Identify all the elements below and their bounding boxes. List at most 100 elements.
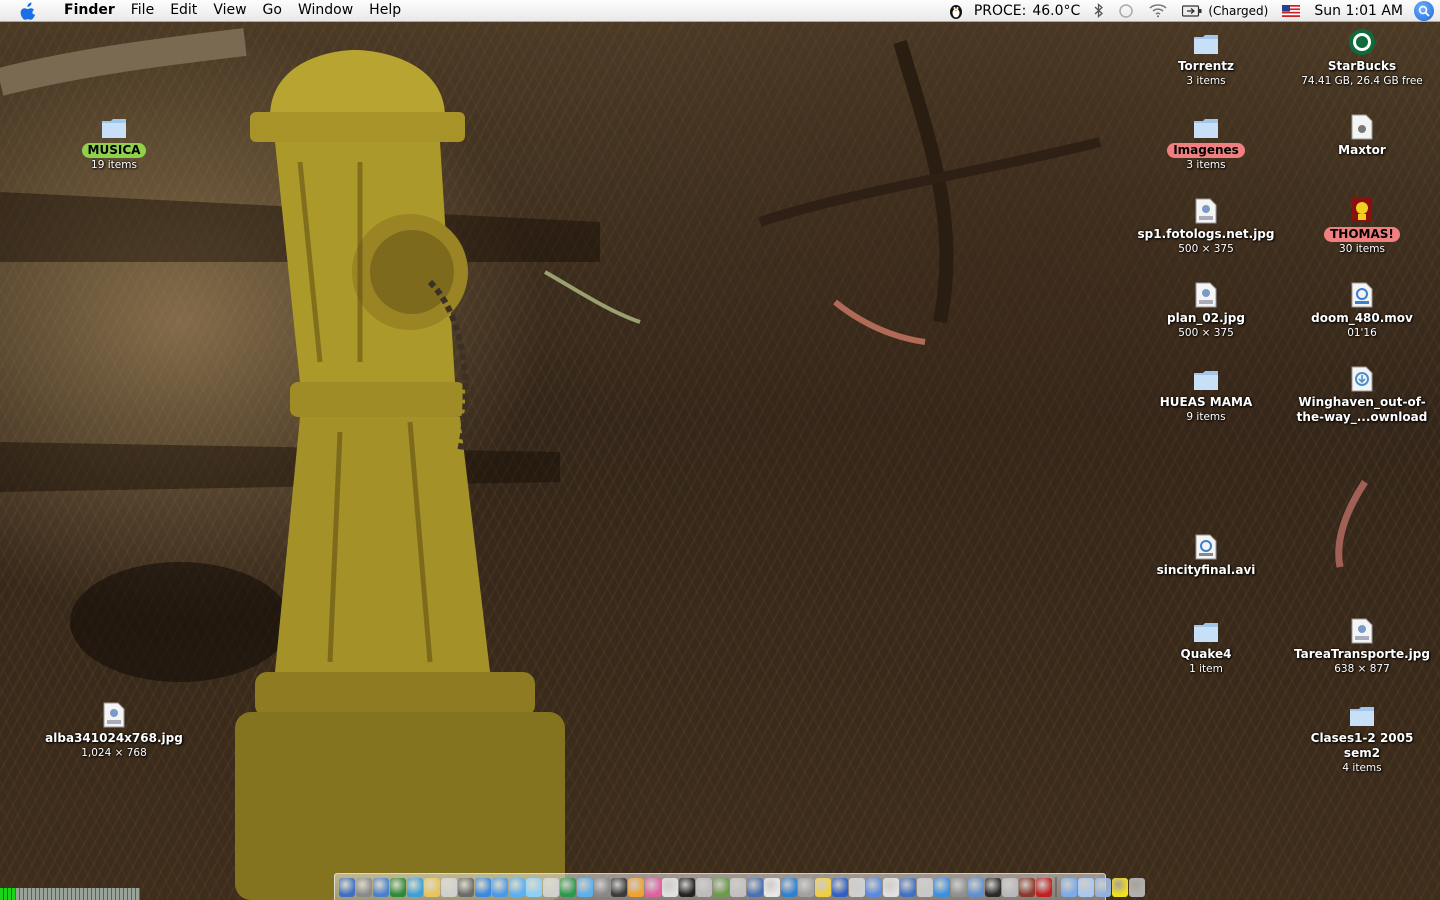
dock-app-icon[interactable] xyxy=(508,877,525,897)
dock-app-icon[interactable] xyxy=(1060,877,1077,897)
desktop-icon-maxtor[interactable]: Maxtor xyxy=(1287,112,1437,158)
menu-edit[interactable]: Edit xyxy=(162,0,205,21)
dock-app-icon[interactable] xyxy=(984,877,1001,897)
dock-app-icon[interactable] xyxy=(1094,877,1111,897)
dock-app-icon[interactable] xyxy=(542,877,559,897)
dock-app-icon[interactable] xyxy=(933,877,950,897)
dock-app-icon[interactable] xyxy=(355,877,372,897)
dock-app-icon[interactable] xyxy=(491,877,508,897)
apple-icon xyxy=(20,2,36,20)
document-icon xyxy=(1348,112,1376,140)
dock-app-icon[interactable] xyxy=(763,877,780,897)
folder-icon xyxy=(100,112,128,140)
menu-clock[interactable]: Sun 1:01 AM xyxy=(1307,3,1410,19)
airport-menu[interactable] xyxy=(1141,3,1175,18)
dock-app-icon[interactable] xyxy=(1077,877,1094,897)
dock-app-icon[interactable] xyxy=(440,877,457,897)
dock-app-icon[interactable] xyxy=(610,877,627,897)
desktop-icon-alba[interactable]: alba341024x768.jpg 1,024 × 768 xyxy=(39,700,189,760)
menu-go[interactable]: Go xyxy=(255,0,290,21)
icon-label: HUEAS MAMA xyxy=(1159,395,1253,409)
desktop-icon-tarea-transporte[interactable]: TareaTransporte.jpg 638 × 877 xyxy=(1287,616,1437,676)
menu-app-name[interactable]: Finder xyxy=(56,0,123,21)
dock-app-icon[interactable] xyxy=(1111,877,1128,897)
dock-app-icon[interactable] xyxy=(950,877,967,897)
dock-app-icon[interactable] xyxy=(644,877,661,897)
dock-app-icon[interactable] xyxy=(661,877,678,897)
dock-app-icon[interactable] xyxy=(423,877,440,897)
dock-app-icon[interactable] xyxy=(1035,877,1052,897)
icon-label: Imagenes xyxy=(1167,143,1245,158)
dock-app-icon[interactable] xyxy=(814,877,831,897)
dock-app-icon[interactable] xyxy=(797,877,814,897)
dock-app-icon[interactable] xyxy=(1001,877,1018,897)
dock-app-icon[interactable] xyxy=(474,877,491,897)
icon-label: plan_02.jpg xyxy=(1167,311,1245,325)
dock-app-icon[interactable] xyxy=(899,877,916,897)
dock-app-icon[interactable] xyxy=(593,877,610,897)
apple-menu[interactable] xyxy=(0,2,56,20)
dock-app-icon[interactable] xyxy=(746,877,763,897)
icon-label: doom_480.mov xyxy=(1311,311,1413,325)
dock-app-icon[interactable] xyxy=(848,877,865,897)
battery-status: (Charged) xyxy=(1208,3,1269,18)
desktop-icon-doom-480[interactable]: doom_480.mov 01'16 xyxy=(1287,280,1437,340)
dock-app-icon[interactable] xyxy=(831,877,848,897)
dock-app-icon[interactable] xyxy=(882,877,899,897)
dock-app-icon[interactable] xyxy=(1018,877,1035,897)
dock-app-icon[interactable] xyxy=(780,877,797,897)
menu-window[interactable]: Window xyxy=(290,0,361,21)
spotlight-button[interactable] xyxy=(1414,0,1434,21)
desktop-icon-torrentz[interactable]: Torrentz 3 items xyxy=(1131,28,1281,88)
temperature-monitor[interactable]: PROCE: 46.0°C xyxy=(941,3,1087,19)
desktop-icon-sp1-fotologs[interactable]: sp1.fotologs.net.jpg 500 × 375 xyxy=(1131,196,1281,256)
dock-app-icon[interactable] xyxy=(576,877,593,897)
desktop-icon-quake4[interactable]: Quake4 1 item xyxy=(1131,616,1281,676)
dock-app-icon[interactable] xyxy=(627,877,644,897)
dock-app-icon[interactable] xyxy=(1128,877,1145,897)
dock-app-icon[interactable] xyxy=(678,877,695,897)
dock-app-icon[interactable] xyxy=(967,877,984,897)
dock xyxy=(334,873,1145,900)
menu-file[interactable]: File xyxy=(123,0,162,21)
folder-icon xyxy=(1192,112,1220,140)
sync-menu[interactable] xyxy=(1111,3,1141,19)
bluetooth-menu[interactable] xyxy=(1087,3,1111,18)
dock-app-icon[interactable] xyxy=(559,877,576,897)
menu-help[interactable]: Help xyxy=(361,0,409,21)
desktop-icon-hueas-mama[interactable]: HUEAS MAMA 9 items xyxy=(1131,364,1281,424)
desktop-icon-starbucks[interactable]: StarBucks 74.41 GB, 26.4 GB free xyxy=(1287,28,1437,88)
dock-app-icon[interactable] xyxy=(916,877,933,897)
icon-label: Clases1-2 2005 sem2 xyxy=(1310,731,1414,760)
input-menu[interactable] xyxy=(1275,4,1307,17)
dock-app-icon[interactable] xyxy=(372,877,389,897)
icon-info: 4 items xyxy=(1342,762,1382,774)
quicktime-movie-icon xyxy=(1348,280,1376,308)
desktop-icon-imagenes[interactable]: Imagenes 3 items xyxy=(1131,112,1281,172)
dock-app-icon[interactable] xyxy=(712,877,729,897)
icon-label: alba341024x768.jpg xyxy=(45,731,183,745)
desktop-icon-thomas[interactable]: THOMAS! 30 items xyxy=(1287,196,1437,256)
dock-app-icon[interactable] xyxy=(389,877,406,897)
icon-info: 1,024 × 768 xyxy=(81,747,147,759)
dock-app-icon[interactable] xyxy=(525,877,542,897)
dock-app-icon[interactable] xyxy=(338,877,355,897)
desktop-icon-winghaven-download[interactable]: Winghaven_out-of-the-way_...ownload xyxy=(1287,364,1437,425)
dock-app-icon[interactable] xyxy=(406,877,423,897)
dock-app-icon[interactable] xyxy=(729,877,746,897)
desktop-icon-sincityfinal[interactable]: sincityfinal.avi xyxy=(1131,532,1281,578)
desktop-icon-clases[interactable]: Clases1-2 2005 sem2 4 items xyxy=(1287,700,1437,775)
activity-meter-fill xyxy=(0,888,16,900)
us-flag-icon xyxy=(1282,4,1301,17)
dock-app-icon[interactable] xyxy=(695,877,712,897)
custom-folder-icon xyxy=(1348,196,1376,224)
battery-menu[interactable]: (Charged) xyxy=(1175,4,1275,18)
menu-view[interactable]: View xyxy=(205,0,254,21)
dock-app-icon[interactable] xyxy=(457,877,474,897)
desktop-icon-plan-02[interactable]: plan_02.jpg 500 × 375 xyxy=(1131,280,1281,340)
desktop-icon-musica[interactable]: MUSICA 19 items xyxy=(39,112,189,172)
dock-app-icon[interactable] xyxy=(865,877,882,897)
icon-label: MUSICA xyxy=(81,143,147,158)
folder-icon xyxy=(1348,700,1376,728)
dock-separator xyxy=(1055,877,1057,897)
